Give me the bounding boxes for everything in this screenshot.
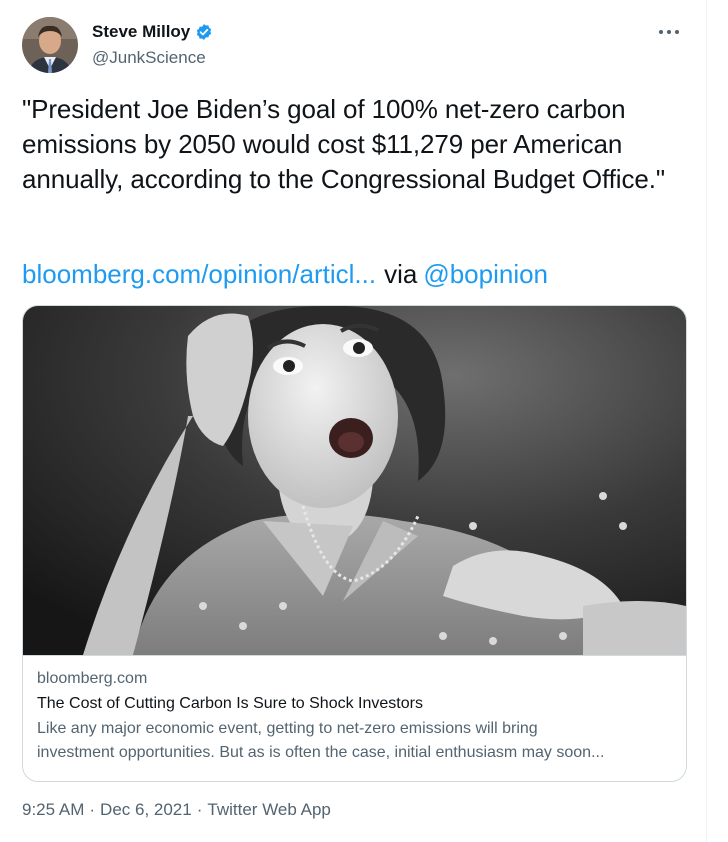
tweet-source[interactable]: Twitter Web App (207, 800, 330, 819)
tweet-time[interactable]: 9:25 AM (22, 800, 84, 819)
author-handle[interactable]: @JunkScience (92, 48, 206, 68)
author-display-name[interactable]: Steve Milloy (92, 22, 190, 42)
card-body: bloomberg.com The Cost of Cutting Carbon… (37, 668, 672, 765)
meta-separator: · (89, 800, 96, 819)
more-options-icon (659, 30, 679, 34)
card-description: Like any major economic event, getting t… (37, 720, 605, 761)
surprised-woman-photo-icon (23, 306, 686, 655)
author-name-row: Steve Milloy (92, 22, 213, 42)
mention-link[interactable]: @bopinion (423, 259, 548, 289)
more-options-button[interactable] (654, 22, 684, 42)
card-domain: bloomberg.com (37, 670, 148, 687)
article-link[interactable]: bloomberg.com/opinion/articl... (22, 259, 376, 289)
tweet-metadata: 9:25 AM · Dec 6, 2021 · Twitter Web App (22, 800, 331, 820)
card-image[interactable] (23, 306, 686, 656)
tweet-text: "President Joe Biden’s goal of 100% net-… (22, 94, 665, 194)
avatar[interactable] (22, 17, 78, 73)
profile-photo-icon (22, 17, 78, 73)
tweet-container: Steve Milloy @JunkScience "President Joe… (0, 0, 707, 842)
link-preview-card[interactable]: bloomberg.com The Cost of Cutting Carbon… (22, 305, 687, 782)
tweet-link-line: bloomberg.com/opinion/articl... via @bopin… (22, 257, 548, 292)
card-title: The Cost of Cutting Carbon Is Sure to Sh… (37, 695, 423, 712)
verified-badge-icon (197, 24, 212, 40)
tweet-date[interactable]: Dec 6, 2021 (100, 800, 192, 819)
via-label: via (384, 259, 418, 289)
meta-separator: · (196, 800, 203, 819)
